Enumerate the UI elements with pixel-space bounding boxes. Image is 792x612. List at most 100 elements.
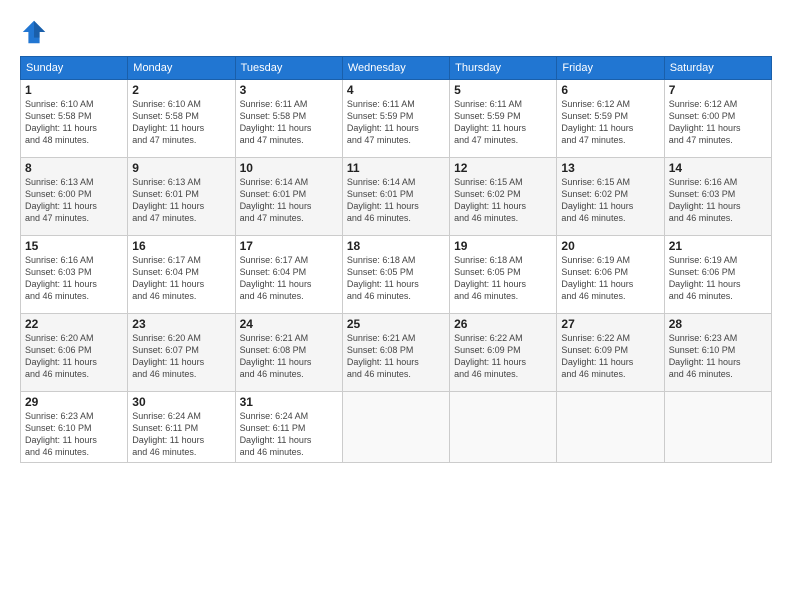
day-number: 12 [454,161,552,175]
day-detail: Sunrise: 6:12 AM Sunset: 5:59 PM Dayligh… [561,98,659,147]
day-cell: 17Sunrise: 6:17 AM Sunset: 6:04 PM Dayli… [235,236,342,314]
day-detail: Sunrise: 6:14 AM Sunset: 6:01 PM Dayligh… [240,176,338,225]
day-cell: 6Sunrise: 6:12 AM Sunset: 5:59 PM Daylig… [557,80,664,158]
day-number: 5 [454,83,552,97]
day-number: 11 [347,161,445,175]
day-number: 22 [25,317,123,331]
day-cell: 8Sunrise: 6:13 AM Sunset: 6:00 PM Daylig… [21,158,128,236]
day-cell: 4Sunrise: 6:11 AM Sunset: 5:59 PM Daylig… [342,80,449,158]
day-detail: Sunrise: 6:11 AM Sunset: 5:59 PM Dayligh… [454,98,552,147]
day-number: 14 [669,161,767,175]
day-number: 3 [240,83,338,97]
day-cell: 31Sunrise: 6:24 AM Sunset: 6:11 PM Dayli… [235,392,342,463]
day-number: 26 [454,317,552,331]
header-cell-wednesday: Wednesday [342,57,449,80]
day-detail: Sunrise: 6:21 AM Sunset: 6:08 PM Dayligh… [240,332,338,381]
day-cell: 22Sunrise: 6:20 AM Sunset: 6:06 PM Dayli… [21,314,128,392]
day-cell: 28Sunrise: 6:23 AM Sunset: 6:10 PM Dayli… [664,314,771,392]
day-detail: Sunrise: 6:20 AM Sunset: 6:07 PM Dayligh… [132,332,230,381]
day-number: 25 [347,317,445,331]
day-cell: 27Sunrise: 6:22 AM Sunset: 6:09 PM Dayli… [557,314,664,392]
day-cell [450,392,557,463]
week-row-5: 29Sunrise: 6:23 AM Sunset: 6:10 PM Dayli… [21,392,772,463]
day-detail: Sunrise: 6:13 AM Sunset: 6:00 PM Dayligh… [25,176,123,225]
day-detail: Sunrise: 6:22 AM Sunset: 6:09 PM Dayligh… [454,332,552,381]
day-number: 15 [25,239,123,253]
header-cell-monday: Monday [128,57,235,80]
day-detail: Sunrise: 6:11 AM Sunset: 5:58 PM Dayligh… [240,98,338,147]
day-cell: 7Sunrise: 6:12 AM Sunset: 6:00 PM Daylig… [664,80,771,158]
day-cell: 15Sunrise: 6:16 AM Sunset: 6:03 PM Dayli… [21,236,128,314]
day-number: 27 [561,317,659,331]
header-cell-thursday: Thursday [450,57,557,80]
day-detail: Sunrise: 6:20 AM Sunset: 6:06 PM Dayligh… [25,332,123,381]
day-cell [557,392,664,463]
day-detail: Sunrise: 6:11 AM Sunset: 5:59 PM Dayligh… [347,98,445,147]
day-detail: Sunrise: 6:13 AM Sunset: 6:01 PM Dayligh… [132,176,230,225]
day-cell: 10Sunrise: 6:14 AM Sunset: 6:01 PM Dayli… [235,158,342,236]
page: SundayMondayTuesdayWednesdayThursdayFrid… [0,0,792,612]
day-number: 6 [561,83,659,97]
day-cell: 23Sunrise: 6:20 AM Sunset: 6:07 PM Dayli… [128,314,235,392]
day-number: 8 [25,161,123,175]
day-detail: Sunrise: 6:18 AM Sunset: 6:05 PM Dayligh… [454,254,552,303]
day-number: 19 [454,239,552,253]
day-number: 24 [240,317,338,331]
day-number: 18 [347,239,445,253]
calendar-table: SundayMondayTuesdayWednesdayThursdayFrid… [20,56,772,463]
day-number: 2 [132,83,230,97]
day-detail: Sunrise: 6:10 AM Sunset: 5:58 PM Dayligh… [132,98,230,147]
day-detail: Sunrise: 6:17 AM Sunset: 6:04 PM Dayligh… [132,254,230,303]
day-number: 29 [25,395,123,409]
day-number: 31 [240,395,338,409]
day-detail: Sunrise: 6:16 AM Sunset: 6:03 PM Dayligh… [669,176,767,225]
header-cell-friday: Friday [557,57,664,80]
day-number: 23 [132,317,230,331]
week-row-2: 8Sunrise: 6:13 AM Sunset: 6:00 PM Daylig… [21,158,772,236]
day-detail: Sunrise: 6:18 AM Sunset: 6:05 PM Dayligh… [347,254,445,303]
day-detail: Sunrise: 6:15 AM Sunset: 6:02 PM Dayligh… [561,176,659,225]
day-cell: 29Sunrise: 6:23 AM Sunset: 6:10 PM Dayli… [21,392,128,463]
header-cell-sunday: Sunday [21,57,128,80]
logo [20,18,52,46]
day-number: 20 [561,239,659,253]
day-detail: Sunrise: 6:19 AM Sunset: 6:06 PM Dayligh… [561,254,659,303]
day-detail: Sunrise: 6:12 AM Sunset: 6:00 PM Dayligh… [669,98,767,147]
day-cell: 18Sunrise: 6:18 AM Sunset: 6:05 PM Dayli… [342,236,449,314]
day-detail: Sunrise: 6:21 AM Sunset: 6:08 PM Dayligh… [347,332,445,381]
day-cell: 2Sunrise: 6:10 AM Sunset: 5:58 PM Daylig… [128,80,235,158]
week-row-1: 1Sunrise: 6:10 AM Sunset: 5:58 PM Daylig… [21,80,772,158]
day-cell [342,392,449,463]
header [20,18,772,46]
day-detail: Sunrise: 6:14 AM Sunset: 6:01 PM Dayligh… [347,176,445,225]
day-cell: 30Sunrise: 6:24 AM Sunset: 6:11 PM Dayli… [128,392,235,463]
day-number: 4 [347,83,445,97]
day-cell: 25Sunrise: 6:21 AM Sunset: 6:08 PM Dayli… [342,314,449,392]
day-detail: Sunrise: 6:24 AM Sunset: 6:11 PM Dayligh… [240,410,338,459]
day-cell: 16Sunrise: 6:17 AM Sunset: 6:04 PM Dayli… [128,236,235,314]
day-cell: 24Sunrise: 6:21 AM Sunset: 6:08 PM Dayli… [235,314,342,392]
day-detail: Sunrise: 6:23 AM Sunset: 6:10 PM Dayligh… [25,410,123,459]
day-number: 9 [132,161,230,175]
day-number: 17 [240,239,338,253]
day-detail: Sunrise: 6:10 AM Sunset: 5:58 PM Dayligh… [25,98,123,147]
day-cell: 19Sunrise: 6:18 AM Sunset: 6:05 PM Dayli… [450,236,557,314]
header-row: SundayMondayTuesdayWednesdayThursdayFrid… [21,57,772,80]
day-cell: 1Sunrise: 6:10 AM Sunset: 5:58 PM Daylig… [21,80,128,158]
day-cell: 3Sunrise: 6:11 AM Sunset: 5:58 PM Daylig… [235,80,342,158]
day-cell: 26Sunrise: 6:22 AM Sunset: 6:09 PM Dayli… [450,314,557,392]
day-number: 13 [561,161,659,175]
day-detail: Sunrise: 6:22 AM Sunset: 6:09 PM Dayligh… [561,332,659,381]
logo-icon [20,18,48,46]
day-detail: Sunrise: 6:17 AM Sunset: 6:04 PM Dayligh… [240,254,338,303]
day-detail: Sunrise: 6:16 AM Sunset: 6:03 PM Dayligh… [25,254,123,303]
header-cell-tuesday: Tuesday [235,57,342,80]
day-number: 1 [25,83,123,97]
day-number: 30 [132,395,230,409]
day-cell: 20Sunrise: 6:19 AM Sunset: 6:06 PM Dayli… [557,236,664,314]
day-cell: 5Sunrise: 6:11 AM Sunset: 5:59 PM Daylig… [450,80,557,158]
day-number: 7 [669,83,767,97]
day-number: 10 [240,161,338,175]
day-detail: Sunrise: 6:15 AM Sunset: 6:02 PM Dayligh… [454,176,552,225]
day-detail: Sunrise: 6:19 AM Sunset: 6:06 PM Dayligh… [669,254,767,303]
